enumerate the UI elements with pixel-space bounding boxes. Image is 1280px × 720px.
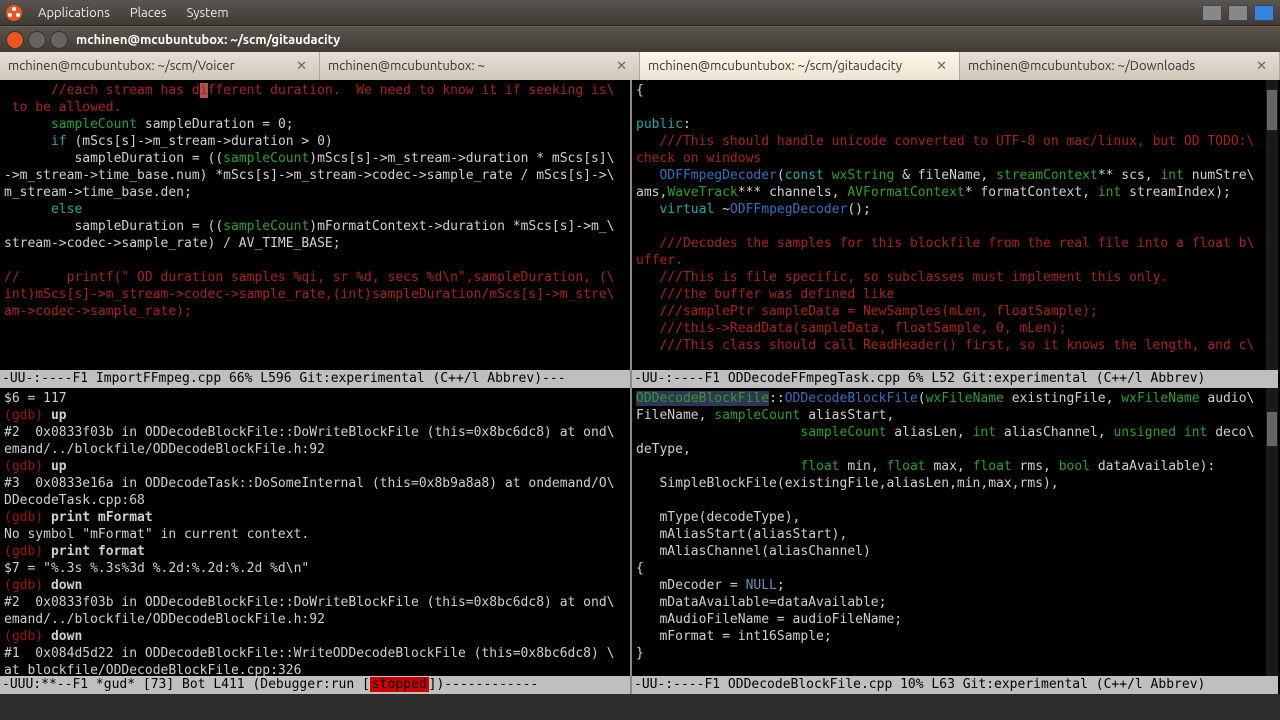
tab-label: mchinen@mcubuntubox: ~/scm/gitaudacity	[648, 59, 932, 73]
tab-voicer[interactable]: mchinen@mcubuntubox: ~/scm/Voicer ✕	[0, 52, 320, 80]
gnome-panel: Applications Places System	[0, 0, 1280, 26]
tray-icon-2[interactable]	[1228, 5, 1248, 21]
tray-icon-chromium[interactable]	[1254, 5, 1274, 21]
tray-icon-1[interactable]	[1202, 5, 1222, 21]
tab-gitaudacity[interactable]: mchinen@mcubuntubox: ~/scm/gitaudacity ✕	[640, 52, 960, 80]
pane-oddecodeblockfile[interactable]: ODDecodeBlockFile::ODDecodeBlockFile(wxF…	[632, 388, 1278, 676]
close-icon[interactable]: ✕	[292, 59, 311, 74]
tab-home[interactable]: mchinen@mcubuntubox: ~ ✕	[320, 52, 640, 80]
tab-label: mchinen@mcubuntubox: ~/scm/Voicer	[8, 59, 292, 73]
pane-importffmpeg[interactable]: //each stream has different duration. We…	[0, 80, 630, 370]
modeline-oddecodeblockfile: -UU-:----F1 ODDecodeBlockFile.cpp 10% L6…	[632, 676, 1278, 694]
close-icon[interactable]: ✕	[1252, 59, 1271, 74]
tray	[1202, 5, 1274, 21]
pane-gud[interactable]: $6 = 117 (gdb) up #2 0x0833f03b in ODDec…	[0, 388, 630, 676]
pane-oddecodeffmpegtask[interactable]: { public: ///This should handle unicode …	[632, 80, 1278, 370]
gdb-content: $6 = 117 (gdb) up #2 0x0833f03b in ODDec…	[0, 388, 630, 676]
window-titlebar[interactable]: mchinen@mcubuntubox: ~/scm/gitaudacity	[0, 26, 1280, 52]
terminal-tabs: mchinen@mcubuntubox: ~/scm/Voicer ✕ mchi…	[0, 52, 1280, 80]
tab-label: mchinen@mcubuntubox: ~/Downloads	[968, 59, 1252, 73]
modeline-importffmpeg: -UU-:----F1 ImportFFmpeg.cpp 66% L596 Gi…	[0, 370, 630, 388]
modeline-oddecodeffmpegtask: -UU-:----F1 ODDecodeFFmpegTask.cpp 6% L5…	[632, 370, 1278, 388]
menu-places[interactable]: Places	[126, 4, 171, 22]
scrollbar[interactable]	[1266, 388, 1278, 676]
window-maximize-button[interactable]	[50, 31, 68, 49]
window-title: mchinen@mcubuntubox: ~/scm/gitaudacity	[76, 33, 340, 47]
window-minimize-button[interactable]	[28, 31, 46, 49]
scrollbar-thumb[interactable]	[1267, 90, 1277, 130]
menu-applications[interactable]: Applications	[34, 4, 114, 22]
code-content: ODDecodeBlockFile::ODDecodeBlockFile(wxF…	[632, 388, 1278, 664]
menu-system[interactable]: System	[183, 4, 233, 22]
tab-downloads[interactable]: mchinen@mcubuntubox: ~/Downloads ✕	[960, 52, 1280, 80]
modeline-gud: -UUU:**--F1 *gud* [73] Bot L411 (Debugge…	[0, 676, 630, 694]
ubuntu-logo-icon	[6, 5, 22, 21]
close-icon[interactable]: ✕	[932, 59, 951, 74]
emacs-frame: //each stream has different duration. We…	[0, 80, 1280, 694]
window-close-button[interactable]	[6, 31, 24, 49]
code-content: //each stream has different duration. We…	[0, 80, 630, 322]
code-content: { public: ///This should handle unicode …	[632, 80, 1278, 356]
close-icon[interactable]: ✕	[612, 59, 631, 74]
window-controls	[6, 31, 68, 49]
scrollbar[interactable]	[1266, 80, 1278, 370]
tab-label: mchinen@mcubuntubox: ~	[328, 59, 612, 73]
scrollbar-thumb[interactable]	[1267, 412, 1277, 446]
